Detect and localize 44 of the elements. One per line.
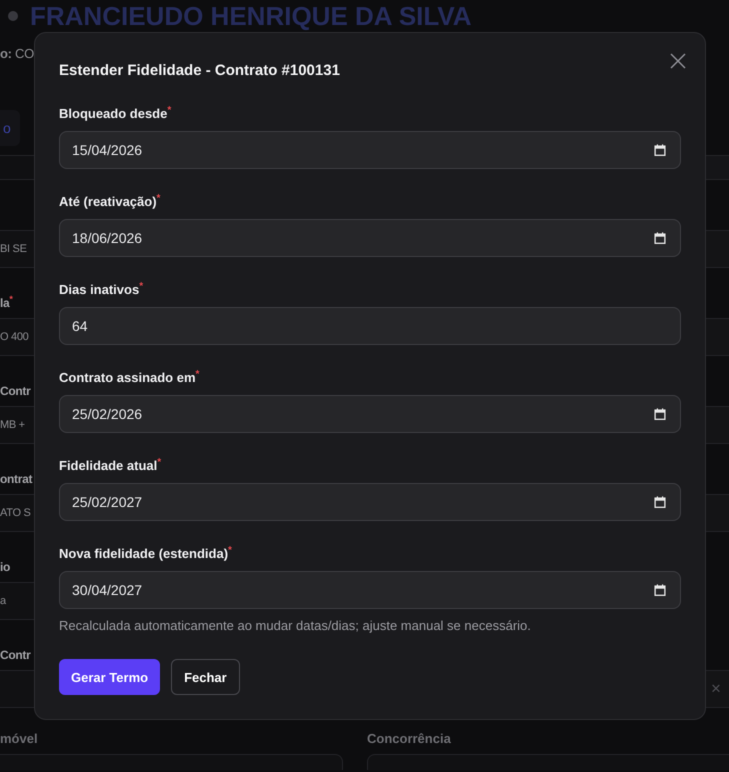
date-field[interactable]: 25/02/2027: [59, 483, 681, 521]
field-label: Contrato assinado em$^{*}$: [59, 370, 200, 386]
date-field[interactable]: 25/02/2026: [59, 395, 681, 433]
page-subtitle: o: CO: [0, 46, 34, 60]
calendar-icon[interactable]: [654, 584, 666, 596]
calendar-icon[interactable]: [654, 144, 666, 156]
calendar-icon[interactable]: [654, 496, 666, 508]
date-field[interactable]: 15/04/2026: [59, 131, 681, 169]
field-label: Até (reativação)$^{*}$: [59, 194, 160, 210]
input-field[interactable]: BI SE: [0, 230, 34, 268]
field-label: ontrat: [0, 472, 32, 486]
page-title: FRANCIEUDO HENRIQUE DA SILVA: [30, 1, 472, 31]
close-dialog-button[interactable]: Fechar: [171, 659, 240, 695]
date-field[interactable]: 30/04/2027: [59, 571, 681, 609]
input-field[interactable]: O 400: [0, 318, 34, 356]
field-label: Concorrência: [367, 730, 451, 748]
calendar-icon[interactable]: [654, 408, 666, 420]
input-field[interactable]: [706, 406, 729, 444]
field-label: Bloqueado desde$^{*}$: [59, 106, 172, 122]
input-field[interactable]: [0, 754, 343, 770]
input-field[interactable]: [706, 230, 729, 268]
input-field[interactable]: MB +: [0, 406, 34, 444]
generate-button[interactable]: Gerar Termo: [59, 659, 160, 695]
field-label: Nova fidelidade (estendida)$^{*}$: [59, 546, 232, 562]
input-field[interactable]: [0, 670, 34, 708]
number-field[interactable]: 64: [59, 307, 681, 345]
hint-text: Recalculada automaticamente ao mudar datas/dias; ajuste manual se necessário.: [59, 618, 532, 634]
field-label: la$^{*}$: [0, 296, 13, 310]
field-label: Contr: [0, 648, 30, 662]
close-icon[interactable]: [670, 53, 686, 69]
field-label: Dias inativos$^{*}$: [59, 282, 144, 298]
input-field[interactable]: [706, 318, 729, 356]
field-label: móvel: [0, 730, 38, 748]
dialog-title: Estender Fidelidade - Contrato #100131: [59, 61, 340, 81]
field-label: io: [0, 560, 10, 574]
bullet-dot-icon: [8, 11, 18, 21]
input-field[interactable]: ATO S: [0, 494, 34, 532]
input-field[interactable]: a: [0, 582, 34, 620]
input-field[interactable]: [367, 754, 729, 770]
field-label: Contr: [0, 384, 30, 398]
date-field[interactable]: 18/06/2026: [59, 219, 681, 257]
calendar-icon[interactable]: [654, 232, 666, 244]
field-label: Fidelidade atual$^{*}$: [59, 458, 162, 474]
input-field[interactable]: [706, 494, 729, 532]
